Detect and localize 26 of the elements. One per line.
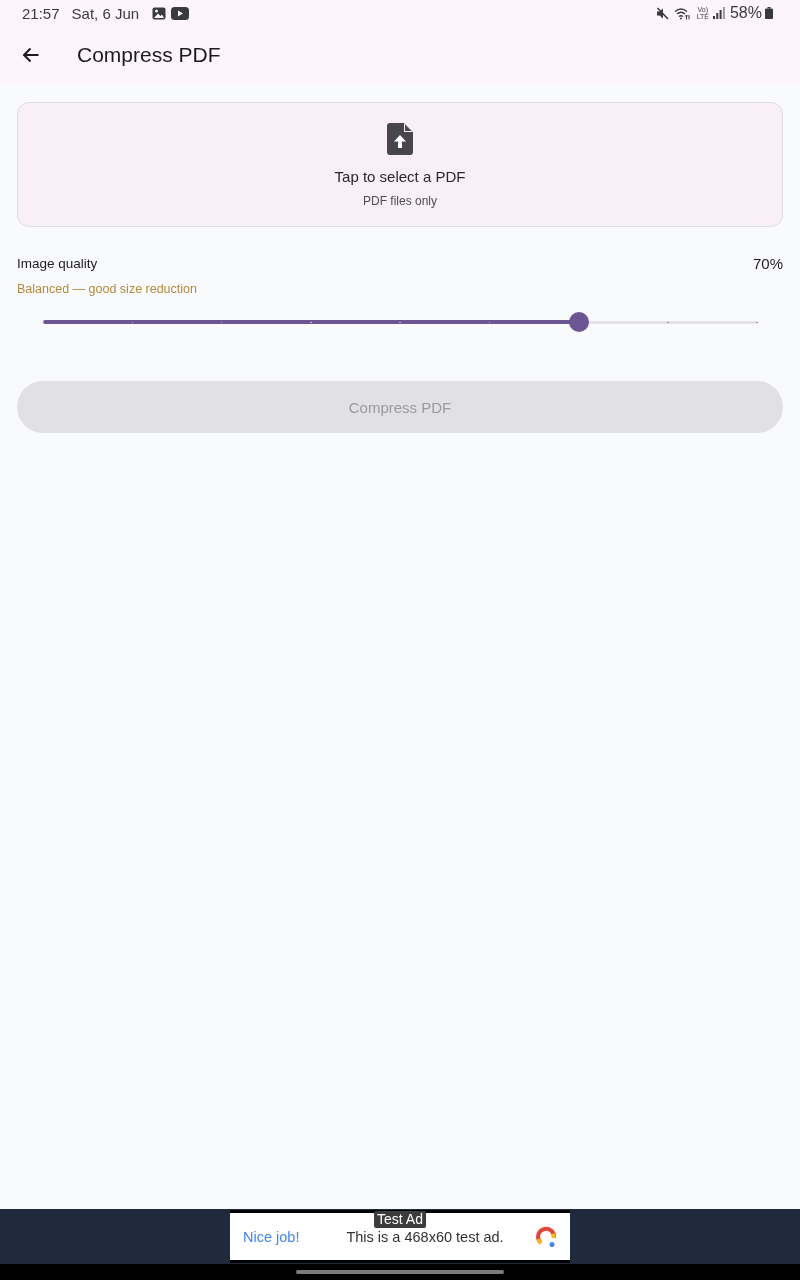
picker-hint: PDF files only xyxy=(363,194,437,209)
test-ad-badge: Test Ad xyxy=(374,1211,426,1228)
signal-icon xyxy=(712,7,725,19)
wifi-icon xyxy=(673,6,690,20)
arc-logo-icon xyxy=(535,1225,557,1248)
play-icon xyxy=(171,6,190,20)
back-arrow-icon xyxy=(21,47,39,63)
mute-icon xyxy=(655,6,669,20)
quality-slider-track[interactable] xyxy=(43,312,757,332)
image-icon xyxy=(152,6,167,20)
ad-text: This is a 468x60 test ad. xyxy=(346,1228,504,1245)
picker-title: Tap to select a PDF xyxy=(334,168,466,186)
battery-icon xyxy=(765,7,773,19)
page-title: Compress PDF xyxy=(77,43,221,67)
slider-thumb[interactable] xyxy=(568,312,589,332)
ad-banner[interactable]: Test Ad Nice job! This is a 468x60 test ad. xyxy=(230,1210,570,1263)
status-time: 21:57 xyxy=(22,4,60,22)
quality-description: Balanced — good size reduction xyxy=(17,281,197,297)
battery-percent: 58% xyxy=(729,4,762,22)
quality-value: 70% xyxy=(752,255,783,273)
home-handle[interactable] xyxy=(296,1270,504,1274)
file-upload-icon xyxy=(387,123,413,155)
status-date: Sat, 6 Jun xyxy=(71,4,140,22)
quality-label: Image quality xyxy=(17,255,98,273)
ad-headline: Nice job! xyxy=(243,1228,300,1245)
file-picker[interactable]: Tap to select a PDF PDF files only xyxy=(17,102,783,227)
